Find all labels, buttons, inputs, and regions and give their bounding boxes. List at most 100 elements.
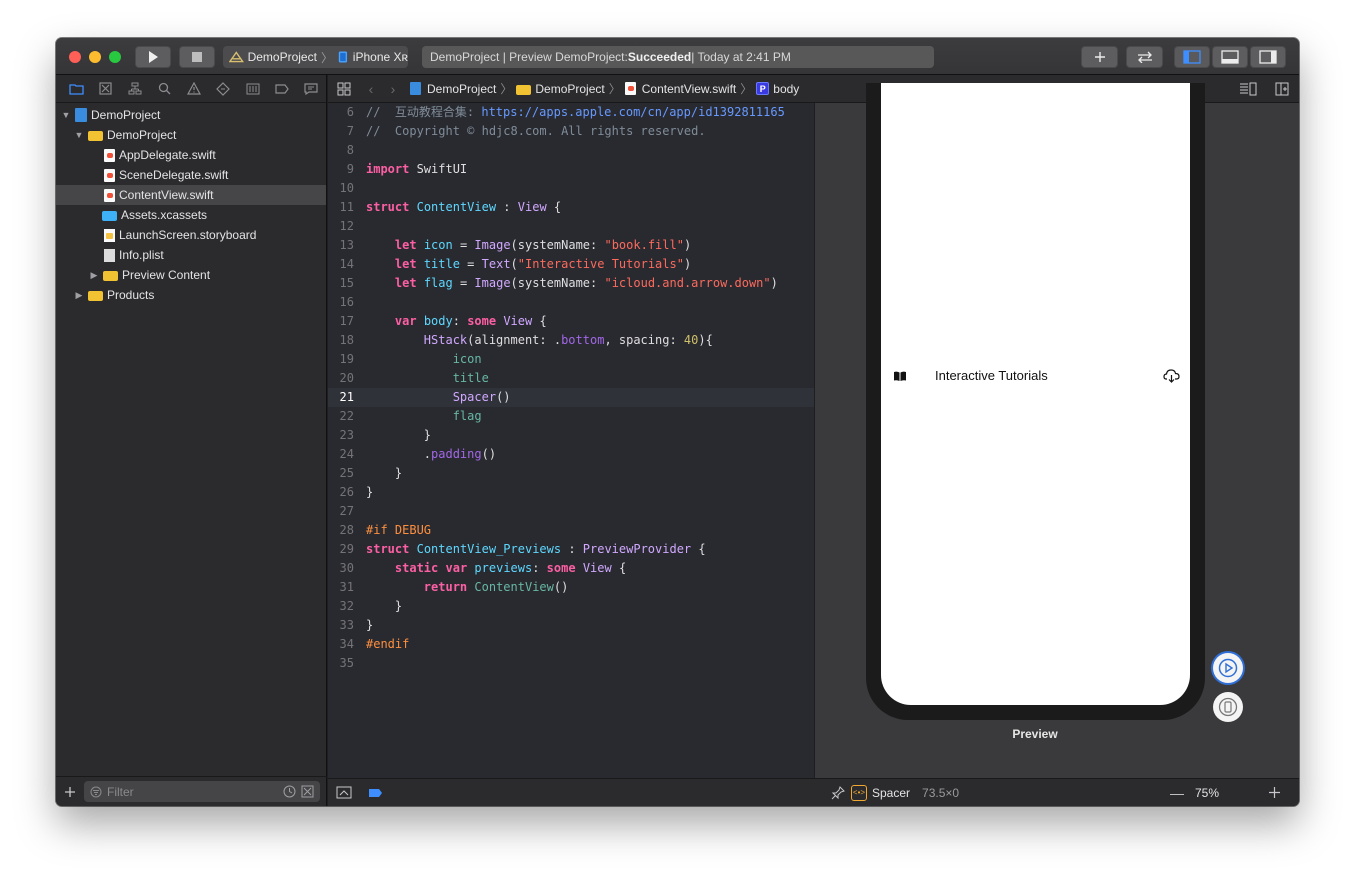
live-preview-button[interactable] [1213, 653, 1243, 683]
tree-item-file[interactable]: Info.plist [56, 245, 326, 265]
breadcrumb-file[interactable]: ContentView.swift [624, 82, 736, 96]
breadcrumb-symbol[interactable]: P body [756, 82, 799, 96]
property-symbol-icon: P [756, 82, 770, 95]
code-line[interactable]: 27 [328, 502, 814, 521]
code-review-button[interactable] [1126, 46, 1163, 68]
toggle-debug-area-button[interactable] [1212, 46, 1248, 68]
forward-arrow-icon[interactable]: › [382, 81, 404, 97]
activity-time: | Today at 2:41 PM [691, 50, 791, 64]
code-line[interactable]: 7 // Copyright © hdjc8.com. All rights re… [328, 122, 814, 141]
zoom-level[interactable]: 75% [1195, 786, 1219, 800]
run-button[interactable] [135, 46, 171, 68]
tree-item-file[interactable]: LaunchScreen.storyboard [56, 225, 326, 245]
filter-placeholder: Filter [107, 784, 134, 799]
project-navigator-tab[interactable] [62, 75, 91, 103]
tree-item-group[interactable]: ▶ Preview Content [56, 265, 326, 285]
code-line[interactable]: 35 [328, 654, 814, 673]
device-screen[interactable]: Interactive Tutorials [881, 83, 1190, 705]
library-button[interactable] [1081, 46, 1118, 68]
minimize-window-button[interactable] [89, 51, 101, 63]
code-text: #endif [366, 637, 410, 651]
tree-item-group[interactable]: ▼ DemoProject [56, 125, 326, 145]
toggle-navigator-button[interactable] [1174, 46, 1210, 68]
code-text: title [452, 371, 489, 385]
tree-item-label: SceneDelegate.swift [119, 168, 229, 182]
tree-item-group[interactable]: ▶ Products [56, 285, 326, 305]
code-line[interactable]: 24 .padding() [328, 445, 814, 464]
test-navigator-tab[interactable] [209, 75, 238, 103]
tree-item-file[interactable]: SceneDelegate.swift [56, 165, 326, 185]
code-line[interactable]: 13 let icon = Image(systemName: "book.fi… [328, 236, 814, 255]
code-line[interactable]: 14 let title = Text("Interactive Tutoria… [328, 255, 814, 274]
code-line[interactable]: 34 #endif [328, 635, 814, 654]
code-line[interactable]: 9 import SwiftUI [328, 160, 814, 179]
tree-item-file[interactable]: AppDelegate.swift [56, 145, 326, 165]
editor-options-button[interactable] [1239, 82, 1257, 99]
toggle-inspector-button[interactable] [1250, 46, 1286, 68]
storyboard-file-icon [104, 228, 115, 242]
device-frame: Interactive Tutorials [866, 83, 1205, 720]
code-line[interactable]: 21 Spacer() [328, 388, 814, 407]
folder-icon [103, 271, 118, 281]
code-text: static var previews: some View { [394, 561, 627, 575]
code-line[interactable]: 6 // 互动教程合集: https://apps.apple.com/cn/ap… [328, 103, 814, 122]
tree-item-file[interactable]: Assets.xcassets [56, 205, 326, 225]
zoom-out-button[interactable]: — [1170, 785, 1184, 801]
preview-on-device-button[interactable] [1213, 692, 1243, 722]
filter-icon [90, 786, 102, 797]
code-line[interactable]: 32 } [328, 597, 814, 616]
code-line[interactable]: 11 struct ContentView : View { [328, 198, 814, 217]
code-line[interactable]: 8 [328, 141, 814, 160]
gauge-bars-icon [246, 83, 260, 94]
code-line[interactable]: 12 [328, 217, 814, 236]
app-target-icon [229, 51, 244, 63]
add-file-button[interactable] [64, 786, 76, 798]
code-line[interactable]: 30 static var previews: some View { [328, 559, 814, 578]
scheme-selector[interactable]: DemoProject 〉 iPhone Xʀ [223, 46, 408, 68]
related-items-button[interactable] [328, 82, 360, 96]
code-line[interactable]: 29 struct ContentView_Previews : PreviewP… [328, 540, 814, 559]
code-line[interactable]: 33} [328, 616, 814, 635]
code-line[interactable]: 23 } [328, 426, 814, 445]
line-number: 19 [339, 352, 354, 366]
zoom-window-button[interactable] [109, 51, 121, 63]
issue-navigator-tab[interactable] [179, 75, 208, 103]
code-line[interactable]: 28 #if DEBUG [328, 521, 814, 540]
debug-navigator-tab[interactable] [238, 75, 267, 103]
code-line[interactable]: 20 title [328, 369, 814, 388]
source-control-navigator-tab[interactable] [91, 75, 120, 103]
source-editor[interactable]: 6 // 互动教程合集: https://apps.apple.com/cn/ap… [328, 103, 814, 778]
tree-item-project[interactable]: ▼ DemoProject [56, 105, 326, 125]
code-line[interactable]: 17 var body: some View { [328, 312, 814, 331]
breadcrumb-project[interactable]: DemoProject [404, 82, 496, 96]
zoom-in-button[interactable] [1268, 786, 1281, 799]
recent-files-icon[interactable] [283, 785, 296, 798]
breakpoints-active-icon[interactable] [368, 788, 383, 798]
tree-item-file-selected[interactable]: ContentView.swift [56, 185, 326, 205]
code-line[interactable]: 25 } [328, 464, 814, 483]
code-line[interactable]: 22 flag [328, 407, 814, 426]
symbol-navigator-tab[interactable] [121, 75, 150, 103]
code-line[interactable]: 31 return ContentView() [328, 578, 814, 597]
filter-field[interactable]: Filter [84, 781, 320, 802]
report-navigator-tab[interactable] [297, 75, 326, 103]
folder-icon [88, 291, 103, 301]
close-window-button[interactable] [69, 51, 81, 63]
pin-icon[interactable] [831, 785, 845, 800]
code-line[interactable]: 16 [328, 293, 814, 312]
breadcrumb-group[interactable]: DemoProject [516, 82, 605, 96]
code-line[interactable]: 19 icon [328, 350, 814, 369]
source-control-filter-icon[interactable] [301, 785, 314, 798]
breakpoint-navigator-tab[interactable] [267, 75, 296, 103]
find-navigator-tab[interactable] [150, 75, 179, 103]
selection-name: Spacer [872, 785, 911, 800]
add-editor-button[interactable] [1275, 82, 1289, 99]
code-line[interactable]: 10 [328, 179, 814, 198]
hide-debug-area-icon[interactable] [336, 786, 352, 799]
code-line[interactable]: 26} [328, 483, 814, 502]
code-line[interactable]: 18 HStack(alignment: .bottom, spacing: 4… [328, 331, 814, 350]
stop-button[interactable] [179, 46, 215, 68]
activity-prefix: DemoProject | Preview DemoProject: [430, 50, 628, 64]
back-arrow-icon[interactable]: ‹ [360, 81, 382, 97]
code-line[interactable]: 15 let flag = Image(systemName: "icloud.… [328, 274, 814, 293]
